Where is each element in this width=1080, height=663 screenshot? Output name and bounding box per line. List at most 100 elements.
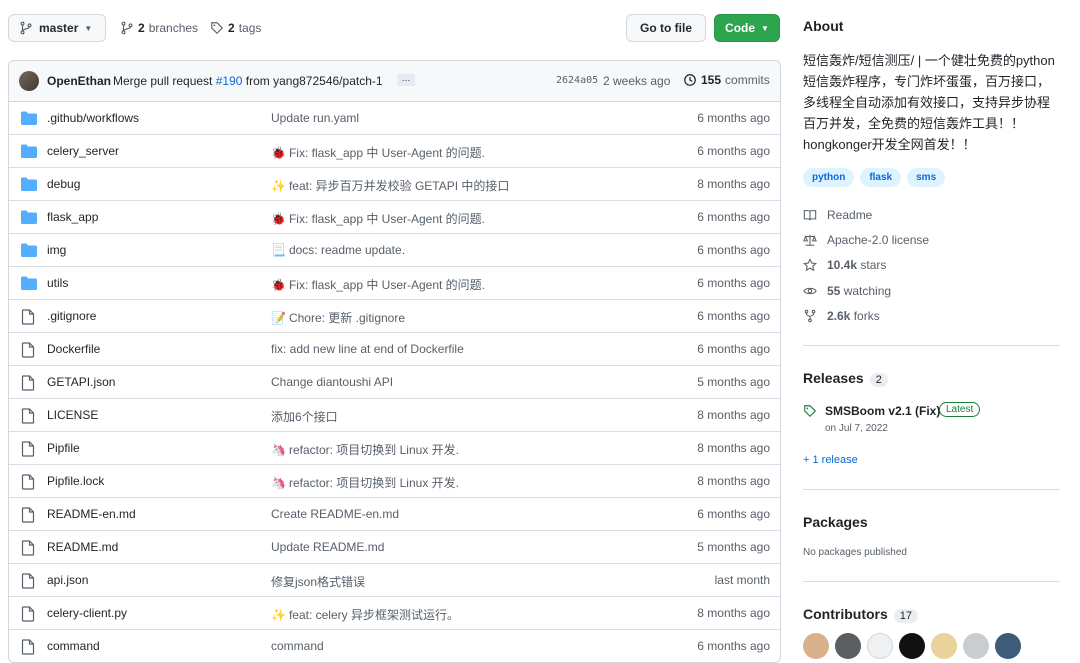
file-name[interactable]: .github/workflows (47, 111, 139, 125)
commit-emoji-icon: 🦄 (271, 475, 286, 490)
file-name[interactable]: README.md (47, 540, 118, 554)
file-icon (21, 507, 35, 526)
file-commit-message[interactable]: fix: add new line at end of Dockerfile (271, 342, 464, 356)
file-name[interactable]: debug (47, 177, 80, 191)
file-commit-message[interactable]: 🐞 Fix: flask_app 中 User-Agent 的问题. (271, 276, 485, 293)
file-row[interactable]: Dockerfile fix: add new line at end of Do… (9, 332, 780, 365)
file-name[interactable]: flask_app (47, 210, 98, 224)
file-name[interactable]: README-en.md (47, 507, 136, 521)
file-row[interactable]: README.md Update README.md 5 months ago (9, 530, 780, 563)
topic-tag[interactable]: python (803, 168, 855, 187)
topic-tag[interactable]: flask (860, 168, 902, 187)
file-commit-message[interactable]: 🐞 Fix: flask_app 中 User-Agent 的问题. (271, 210, 485, 227)
file-commit-message[interactable]: command (271, 639, 324, 653)
file-row[interactable]: flask_app 🐞 Fix: flask_app 中 User-Agent 的问… (9, 200, 780, 233)
watching-link[interactable]: 55 watching (803, 284, 891, 298)
file-row[interactable]: .gitignore 📝 Chore: 更新 .gitignore 6 months … (9, 299, 780, 332)
file-name[interactable]: celery_server (47, 144, 119, 158)
commit-sha[interactable]: 2624a05 (556, 75, 598, 86)
commit-emoji-icon: ✨ (271, 178, 286, 193)
file-row[interactable]: utils 🐞 Fix: flask_app 中 User-Agent 的问题. 6 … (9, 266, 780, 299)
more-releases-link[interactable]: + 1 release (803, 454, 858, 466)
license-link[interactable]: Apache-2.0 license (803, 233, 929, 247)
license-label: Apache-2.0 license (827, 233, 930, 247)
file-row[interactable]: celery-client.py ✨ feat: celery 异步框架测试运行。 8… (9, 596, 780, 629)
file-name[interactable]: celery-client.py (47, 606, 127, 620)
file-commit-message[interactable]: 🦄 refactor: 项目切换到 Linux 开发. (271, 441, 459, 458)
watching-label: watching (843, 284, 892, 298)
commit-emoji-icon: ✨ (271, 607, 286, 622)
file-row[interactable]: command command 6 months ago (9, 629, 780, 662)
latest-badge: Latest (939, 402, 981, 417)
topic-list: python flask sms (803, 168, 946, 187)
avatar[interactable] (19, 71, 39, 91)
file-row[interactable]: README-en.md Create README-en.md 6 months … (9, 497, 780, 530)
file-commit-message[interactable]: 🐞 Fix: flask_app 中 User-Agent 的问题. (271, 144, 485, 161)
file-commit-message[interactable]: Create README-en.md (271, 507, 399, 521)
file-row[interactable]: celery_server 🐞 Fix: flask_app 中 User-Agen… (9, 134, 780, 167)
file-commit-message[interactable]: 添加6个接口 (271, 408, 338, 425)
file-name[interactable]: .gitignore (47, 309, 96, 323)
file-commit-message[interactable]: 📝 Chore: 更新 .gitignore (271, 309, 405, 326)
file-name[interactable]: Pipfile (47, 441, 80, 455)
readme-link[interactable]: Readme (803, 208, 872, 222)
file-name[interactable]: LICENSE (47, 408, 98, 422)
releases-heading[interactable]: Releases 2 (803, 370, 888, 387)
file-row[interactable]: .github/workflows Update run.yaml 6 months… (9, 102, 780, 134)
file-row[interactable]: GETAPI.json Change diantoushi API 5 months… (9, 365, 780, 398)
file-name[interactable]: api.json (47, 573, 88, 587)
branches-link[interactable]: 2 branches (120, 21, 198, 35)
file-name[interactable]: img (47, 243, 66, 257)
contributors-heading[interactable]: Contributors 17 (803, 606, 919, 623)
tags-link[interactable]: 2 tags (210, 21, 261, 35)
file-commit-time: 8 months ago (697, 474, 770, 488)
file-icon (21, 606, 35, 625)
avatar[interactable] (899, 633, 925, 659)
file-commit-time: 5 months ago (697, 540, 770, 554)
avatar[interactable] (867, 633, 893, 659)
file-commit-message[interactable]: 🦄 refactor: 项目切换到 Linux 开发. (271, 474, 459, 491)
file-name[interactable]: utils (47, 276, 68, 290)
avatar[interactable] (835, 633, 861, 659)
commits-link[interactable]: 155 commits (683, 73, 770, 87)
commit-message[interactable]: Merge pull request #190 from yang872546/… (113, 74, 383, 88)
file-row[interactable]: Pipfile.lock 🦄 refactor: 项目切换到 Linux 开发. 8 … (9, 464, 780, 497)
packages-heading[interactable]: Packages (803, 514, 868, 530)
file-commit-message[interactable]: Update run.yaml (271, 111, 359, 125)
file-name[interactable]: Pipfile.lock (47, 474, 104, 488)
avatar[interactable] (995, 633, 1021, 659)
file-row[interactable]: LICENSE 添加6个接口 8 months ago (9, 398, 780, 431)
file-commit-time: 6 months ago (697, 507, 770, 521)
file-commit-message[interactable]: ✨ feat: 异步百万并发校验 GETAPI 中的接口 (271, 177, 509, 194)
releases-title: Releases (803, 370, 864, 386)
file-name[interactable]: Dockerfile (47, 342, 100, 356)
go-to-file-button[interactable]: Go to file (626, 14, 706, 42)
file-commit-message[interactable]: Update README.md (271, 540, 384, 554)
file-commit-message[interactable]: Change diantoushi API (271, 375, 393, 389)
commit-author[interactable]: OpenEthan (47, 74, 111, 88)
topic-tag[interactable]: sms (907, 168, 946, 187)
file-commit-message[interactable]: 修复json格式错误 (271, 573, 365, 590)
file-name[interactable]: command (47, 639, 100, 653)
file-row[interactable]: api.json 修复json格式错误 last month (9, 563, 780, 596)
release-name[interactable]: SMSBoom v2.1 (Fix) (825, 404, 940, 418)
file-name[interactable]: GETAPI.json (47, 375, 115, 389)
code-button[interactable]: Code ▼ (714, 14, 780, 42)
avatar[interactable] (931, 633, 957, 659)
stars-link[interactable]: 10.4k stars (803, 258, 886, 272)
file-row[interactable]: Pipfile 🦄 refactor: 项目切换到 Linux 开发. 8 month… (9, 431, 780, 464)
branch-selector-button[interactable]: master ▼ (8, 14, 106, 42)
folder-icon (21, 177, 37, 194)
pull-request-link[interactable]: #190 (216, 74, 243, 88)
file-row[interactable]: img 📃 docs: readme update. 6 months ago (9, 233, 780, 266)
avatar[interactable] (803, 633, 829, 659)
file-commit-message[interactable]: ✨ feat: celery 异步框架测试运行。 (271, 606, 459, 623)
file-commit-time: 8 months ago (697, 606, 770, 620)
file-commit-message[interactable]: 📃 docs: readme update. (271, 243, 405, 257)
expand-commit-button[interactable]: … (397, 74, 415, 86)
file-row[interactable]: debug ✨ feat: 异步百万并发校验 GETAPI 中的接口 8 months… (9, 167, 780, 200)
commits-count: 155 (701, 73, 722, 87)
forks-link[interactable]: 2.6k forks (803, 309, 880, 323)
eye-icon (803, 287, 817, 295)
avatar[interactable] (963, 633, 989, 659)
